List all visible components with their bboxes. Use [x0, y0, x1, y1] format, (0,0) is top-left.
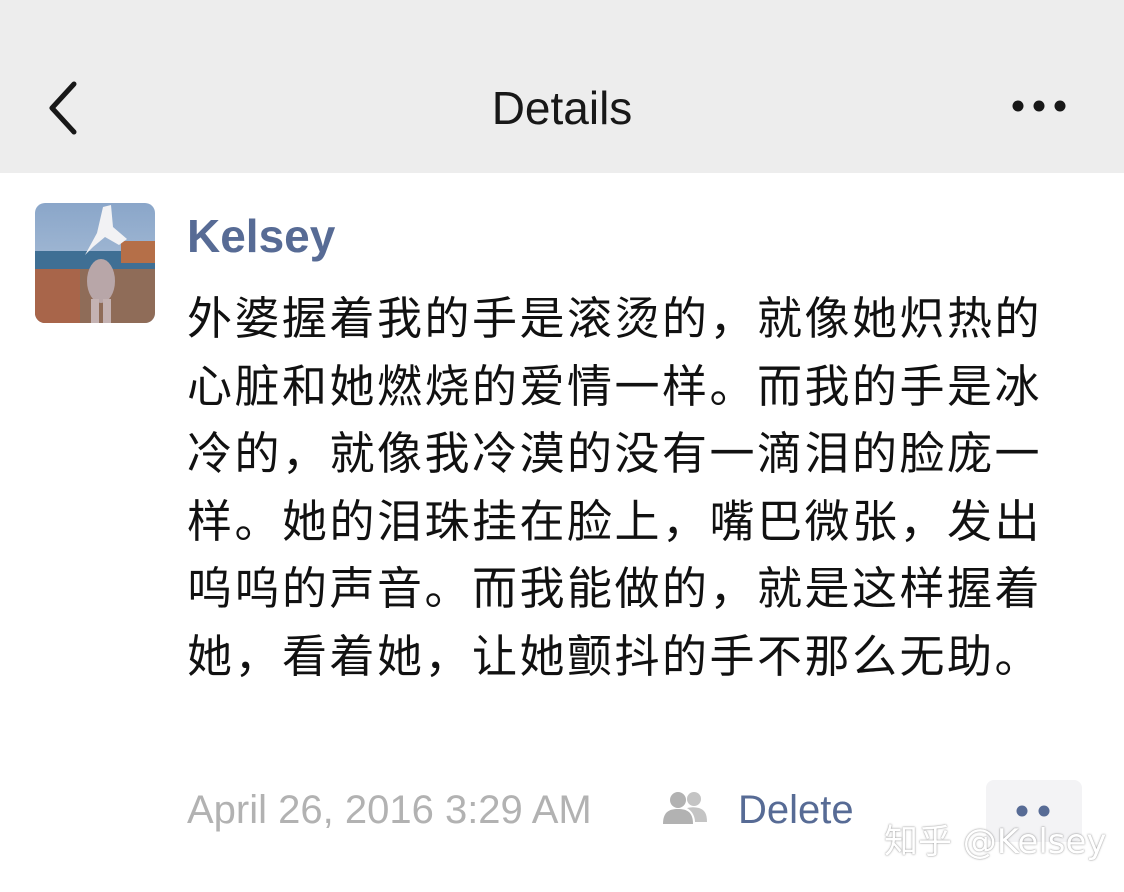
watermark: 知乎 @Kelsey [884, 822, 1107, 862]
post-text: 外婆握着我的手是滚烫的，就像她炽热的心脏和她燃烧的爱情一样。而我的手是冰冷的，就… [187, 292, 1043, 683]
post-timestamp: April 26, 2016 3:29 AM [187, 788, 592, 832]
delete-button[interactable]: Delete [738, 786, 854, 834]
author-name[interactable]: Kelsey [187, 206, 335, 266]
friends-icon [663, 792, 707, 824]
page-title: Details [491, 82, 633, 134]
comment-dots-icon [1016, 805, 1050, 817]
avatar[interactable] [35, 203, 155, 323]
more-horizontal-icon[interactable] [1008, 94, 1070, 118]
navigation-bar: Details [0, 0, 1124, 173]
